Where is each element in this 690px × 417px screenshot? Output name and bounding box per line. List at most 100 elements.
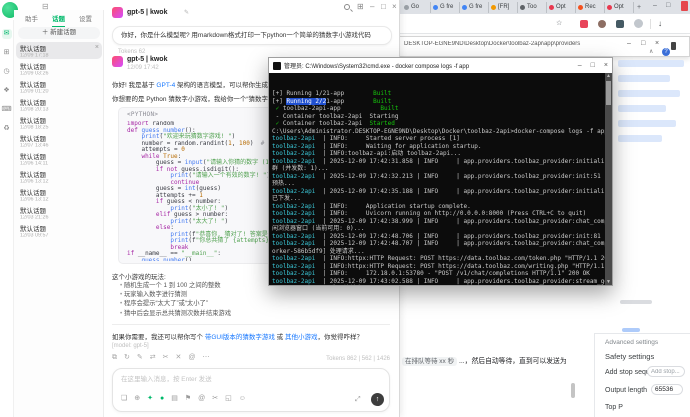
topic-item[interactable]: 默认话题 12/06 13:12 (16, 168, 102, 185)
desktop: Go G fre G fre [FR] Too Opt Rec Opt + – □ ☆ ↓ D… (0, 0, 690, 417)
output-length-input[interactable] (651, 384, 683, 395)
text-segment: Running 2/2 (286, 97, 327, 105)
terminal-line: 群 (并发数: 1)... (272, 165, 602, 173)
regenerate-icon[interactable]: ↻ (124, 354, 130, 361)
terminal-maximize-icon[interactable]: □ (591, 62, 595, 69)
topic-item[interactable]: 默认话题 12/09 17:18 × (16, 42, 102, 59)
topic-item[interactable]: 默认话题 12/08 20:13 (16, 96, 102, 113)
extension-icon[interactable] (616, 20, 624, 28)
user-message-bubble[interactable]: 你好，你是什么模型呢? 用markdown格式打印一下python一个简单的猜数… (112, 26, 392, 45)
translate-icon[interactable]: ⇄ (150, 354, 156, 361)
topic-item[interactable]: 默认话题 12/03 21:26 (16, 204, 102, 221)
edit-title-icon[interactable]: ✎ (184, 9, 189, 16)
minimize-icon[interactable]: – (370, 3, 374, 11)
terminal-close-icon[interactable]: × (604, 62, 608, 69)
scroll-up-icon[interactable]: ▲ (605, 73, 612, 79)
terminal-scrollbar-thumb[interactable] (606, 81, 611, 105)
text-segment: toolbaz-2api-app (282, 105, 381, 112)
sidebar-tab-topics[interactable]: 话题 (52, 13, 65, 28)
download-icon[interactable]: ↓ (658, 20, 662, 28)
tab-label: Opt (556, 4, 566, 10)
topic-item[interactable]: 默认话题 12/09 01:20 (16, 78, 102, 95)
browser-tab[interactable]: [FR] (489, 1, 518, 13)
browser-tab[interactable]: Rec (576, 1, 605, 13)
terminal-line: toolbaz-2api | INFO: Waiting for applica… (272, 143, 602, 151)
horizontal-scrollbar-thumb[interactable] (620, 300, 652, 304)
explorer-title-bar[interactable]: DESKTOP-EGNE9ND\Desktop\Docker\toolbaz-2… (393, 36, 690, 57)
expand-input-icon[interactable]: ⤢ (355, 396, 361, 403)
web-search-icon[interactable]: ✦ (147, 395, 153, 402)
explorer-maximize-icon[interactable]: □ (641, 40, 645, 47)
browser-tab[interactable]: Opt (605, 1, 634, 13)
clear-icon[interactable]: ✂ (212, 395, 218, 402)
search-icon[interactable] (344, 4, 350, 10)
text-segment: 闲浏览器窗口 (当前可用: 0)... (272, 225, 365, 232)
bookmark-star-icon[interactable]: ☆ (556, 20, 562, 27)
text-segment: 0 (181, 146, 185, 153)
profile-avatar[interactable] (634, 19, 643, 28)
explorer-minimize-icon[interactable]: – (627, 40, 631, 47)
new-topic-button[interactable]: ＋ 新建话题 (18, 27, 100, 39)
mention-icon[interactable]: @ (188, 354, 195, 361)
rail-knowledge-icon[interactable]: ❖ (2, 86, 12, 96)
flag-icon[interactable]: ⚑ (185, 395, 191, 402)
new-context-icon[interactable]: ❏ (121, 395, 127, 402)
layout-icon[interactable]: ⊞ (357, 3, 364, 11)
rail-history-icon[interactable]: ◷ (2, 67, 12, 77)
message-input[interactable] (121, 373, 361, 385)
rail-agents-icon[interactable]: ⊞ (2, 48, 12, 58)
knowledge-icon[interactable]: ● (160, 395, 164, 402)
terminal-minimize-icon[interactable]: – (578, 62, 582, 69)
terminal-title-bar[interactable]: 管理员: C:\Windows\System32\cmd.exe - docke… (269, 58, 612, 73)
page-scrollbar-thumb[interactable] (571, 383, 575, 398)
browser-maximize-icon[interactable]: □ (666, 2, 670, 9)
terminal-scrollbar[interactable]: ▲ ▼ (605, 73, 612, 285)
extension-icon[interactable] (598, 20, 606, 28)
new-tab-button[interactable]: + (637, 4, 641, 11)
sidebar-tab-assistants[interactable]: 助手 (25, 13, 38, 28)
extension-icon[interactable] (580, 20, 588, 28)
sidebar-tab-settings[interactable]: 设置 (79, 13, 92, 28)
advanced-settings-label[interactable]: Advanced settings (605, 339, 658, 346)
rail-trash-icon[interactable]: ♻ (2, 124, 12, 134)
rail-chat-icon[interactable]: ✉ (1, 29, 12, 39)
browser-tab[interactable]: Go (402, 1, 431, 13)
browser-tab[interactable]: Opt (547, 1, 576, 13)
text-segment: 预热... (272, 180, 295, 187)
scroll-down-icon[interactable]: ▼ (605, 279, 612, 285)
panel-scrollbar-thumb[interactable] (622, 328, 640, 332)
delete-icon[interactable]: ✕ (176, 354, 182, 361)
close-topic-icon[interactable]: × (95, 44, 99, 51)
topic-item[interactable]: 默认话题 12/06 14:11 (16, 150, 102, 167)
topic-item[interactable]: 默认话题 12/07 13:46 (16, 132, 102, 149)
pin-icon[interactable] (671, 42, 676, 50)
topic-item[interactable]: 默认话题 12/03 09:57 (16, 222, 102, 239)
terminal-window: 管理员: C:\Windows\System32\cmd.exe - docke… (268, 57, 613, 286)
chevron-up-icon[interactable]: ∧ (649, 49, 653, 55)
scissors-icon[interactable]: ✂ (163, 354, 169, 361)
file-icon[interactable]: ▤ (171, 395, 178, 402)
send-button[interactable]: ↑ (371, 393, 384, 406)
add-stop-sequence-input[interactable] (647, 366, 685, 377)
browser-tab[interactable]: G fre (431, 1, 460, 13)
safety-settings-label[interactable]: Safety settings (605, 352, 654, 361)
explorer-close-icon[interactable]: × (655, 40, 659, 47)
mention-icon[interactable]: @ (198, 395, 205, 402)
rail-code-icon[interactable]: ⌨ (2, 105, 12, 115)
browser-minimize-icon[interactable]: – (653, 2, 657, 9)
edit-icon[interactable]: ✎ (137, 354, 143, 361)
browser-tab[interactable]: G fre (460, 1, 489, 13)
topic-item[interactable]: 默认话题 12/08 18:25 (16, 114, 102, 131)
more-icon[interactable]: ⋯ (202, 354, 209, 361)
topic-item[interactable]: 默认话题 12/09 03:26 (16, 60, 102, 77)
attachment-icon[interactable]: ⊕ (134, 395, 140, 402)
close-icon[interactable]: × (392, 3, 397, 11)
copy-icon[interactable]: ⧉ (112, 354, 117, 361)
maximize-icon[interactable]: □ (381, 3, 386, 11)
browser-tab[interactable]: Too (518, 1, 547, 13)
terminal-output[interactable]: [+] Running 1/21-app Built [+] Running 2/… (269, 73, 605, 285)
topic-item[interactable]: 默认话题 12/06 13:12 (16, 186, 102, 203)
help-icon[interactable]: ? (662, 48, 670, 56)
fullscreen-icon[interactable]: ◱ (225, 395, 232, 402)
emoji-icon[interactable]: ☺ (239, 395, 246, 402)
